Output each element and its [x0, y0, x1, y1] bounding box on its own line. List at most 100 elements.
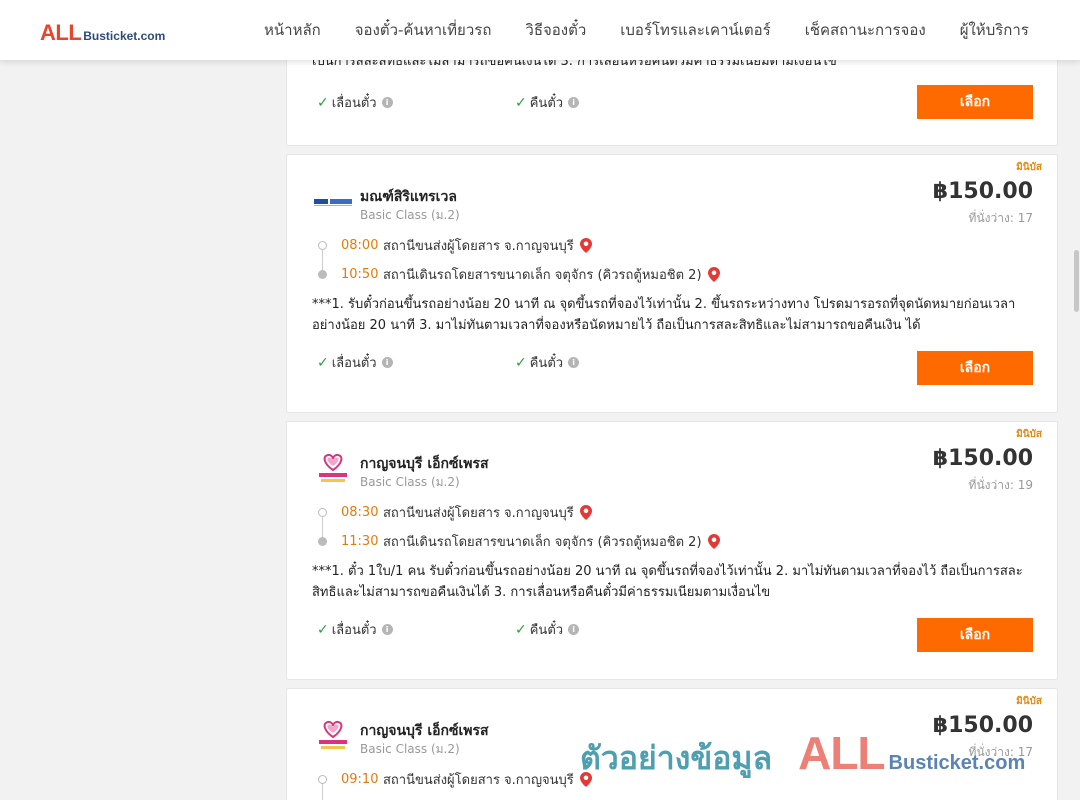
select-trip-button[interactable]: เลือก — [917, 85, 1033, 119]
operator-logo — [313, 452, 353, 486]
refund-ticket-label: คืนตั๋ว — [529, 96, 564, 111]
change-ticket-feature: ✓ เลื่อนตั๋ว i — [317, 619, 393, 640]
info-icon[interactable]: i — [381, 624, 393, 635]
map-pin-icon[interactable] — [707, 534, 720, 549]
change-ticket-label: เลื่อนตั๋ว — [331, 623, 377, 638]
refund-ticket-feature: ✓ คืนตั๋ว i — [515, 619, 580, 640]
arrival-time: 11:30 — [341, 534, 379, 549]
info-icon[interactable]: i — [568, 624, 580, 635]
departure-dot — [318, 241, 327, 250]
main-nav: หน้าหลัก จองตั๋ว-ค้นหาเที่ยวรถ วิธีจองตั… — [264, 0, 1029, 60]
map-pin-icon[interactable] — [579, 238, 592, 253]
info-icon[interactable]: i — [381, 357, 393, 368]
departure-time: 08:00 — [341, 238, 379, 253]
nav-book-search[interactable]: จองตั๋ว-ค้นหาเที่ยวรถ — [355, 18, 492, 42]
operator-name: มณฑ์สิริแทรเวล — [360, 189, 457, 205]
departure-time: 08:30 — [341, 505, 379, 520]
change-ticket-feature: ✓ เลื่อนตั๋ว i — [317, 92, 393, 113]
logo-busticket-text: Busticket.com — [83, 29, 166, 43]
check-icon: ✓ — [317, 621, 329, 638]
trip-card: มินิบัส กาญจนบุรี เอ็กซ์เพรส Basic Class… — [286, 688, 1058, 800]
trip-notes: ***1. รับตั๋วก่อนขึ้นรถอย่างน้อย 20 นาที… — [312, 297, 1016, 333]
site-logo[interactable]: ALL Busticket.com — [40, 20, 165, 46]
departure-station: สถานีขนส่งผู้โดยสาร จ.กาญจนบุรี — [383, 506, 574, 521]
operator-name: กาญจนบุรี เอ็กซ์เพรส — [360, 723, 489, 739]
site-header: ALL Busticket.com หน้าหลัก จองตั๋ว-ค้นหา… — [0, 0, 1080, 60]
trip-price: ฿150.00 — [932, 446, 1033, 471]
trip-price: ฿150.00 — [932, 179, 1033, 204]
arrival-station: สถานีเดินรถโดยสารขนาดเล็ก จตุจักร (คิวรถ… — [383, 268, 702, 283]
departure-dot — [318, 508, 327, 517]
arrival-station: สถานีเดินรถโดยสารขนาดเล็ก จตุจักร (คิวรถ… — [383, 535, 702, 550]
departure-station: สถานีขนส่งผู้โดยสาร จ.กาญจนบุรี — [383, 773, 574, 788]
arrival-stop: 11:30 สถานีเดินรถโดยสารขนาดเล็ก จตุจักร … — [341, 531, 720, 552]
refund-ticket-feature: ✓ คืนตั๋ว i — [515, 352, 580, 373]
bus-class: Basic Class (ม.2) — [360, 208, 460, 222]
check-icon: ✓ — [317, 354, 329, 371]
trip-notes: ***1. ตั๋ว 1ใบ/1 คน รับตั๋วก่อนขึ้นรถอย่… — [312, 564, 1023, 600]
operator-name: กาญจนบุรี เอ็กซ์เพรส — [360, 456, 489, 472]
info-icon[interactable]: i — [568, 357, 580, 368]
nav-phone-counters[interactable]: เบอร์โทรและเคาน์เตอร์ — [620, 18, 770, 42]
map-pin-icon[interactable] — [579, 772, 592, 787]
operator-logo — [313, 719, 353, 753]
minibus-badge: มินิบัส — [1016, 162, 1042, 173]
seats-count: 17 — [1017, 745, 1033, 759]
scrollbar-thumb[interactable] — [1074, 250, 1079, 312]
arrival-time: 10:50 — [341, 267, 379, 282]
monsiri-logo-icon — [313, 197, 353, 207]
seats-available: ที่นั่งว่าง: 19 — [969, 476, 1033, 495]
seats-available: ที่นั่งว่าง: 17 — [969, 209, 1033, 228]
check-icon: ✓ — [515, 94, 527, 111]
trip-card: มินิบัส มณฑ์สิริแทรเวล Basic Class (ม.2)… — [286, 154, 1058, 413]
departure-dot — [318, 775, 327, 784]
nav-how-to-book[interactable]: วิธีจองตั๋ว — [525, 18, 586, 42]
refund-ticket-feature: ✓ คืนตั๋ว i — [515, 92, 580, 113]
nav-booking-status[interactable]: เช็คสถานะการจอง — [805, 18, 926, 42]
minibus-badge: มินิบัส — [1016, 696, 1042, 707]
trip-route: 08:30 สถานีขนส่งผู้โดยสาร จ.กาญจนบุรี 11… — [313, 502, 833, 552]
check-icon: ✓ — [515, 621, 527, 638]
refund-ticket-label: คืนตั๋ว — [529, 623, 564, 638]
trip-route: 08:00 สถานีขนส่งผู้โดยสาร จ.กาญจนบุรี 10… — [313, 235, 833, 285]
arrival-stop: 10:50 สถานีเดินรถโดยสารขนาดเล็ก จตุจักร … — [341, 264, 720, 285]
change-ticket-feature: ✓ เลื่อนตั๋ว i — [317, 352, 393, 373]
operator-logo — [313, 185, 353, 219]
minibus-badge: มินิบัส — [1016, 429, 1042, 440]
trip-card: มินิบัส กาญจนบุรี เอ็กซ์เพรส Basic Class… — [286, 421, 1058, 680]
change-ticket-label: เลื่อนตั๋ว — [331, 96, 377, 111]
info-icon[interactable]: i — [381, 97, 393, 108]
nav-home[interactable]: หน้าหลัก — [264, 18, 321, 42]
select-trip-button[interactable]: เลือก — [917, 618, 1033, 652]
map-pin-icon[interactable] — [579, 505, 592, 520]
seats-prefix: ที่นั่งว่าง: — [968, 745, 1014, 759]
nav-operators[interactable]: ผู้ให้บริการ — [960, 18, 1029, 42]
map-pin-icon[interactable] — [707, 267, 720, 282]
seats-prefix: ที่นั่งว่าง: — [968, 211, 1014, 225]
trip-price: ฿150.00 — [932, 713, 1033, 738]
seats-count: 17 — [1017, 211, 1033, 225]
arrival-dot — [318, 537, 327, 546]
change-ticket-label: เลื่อนตั๋ว — [331, 356, 377, 371]
departure-stop: 09:10 สถานีขนส่งผู้โดยสาร จ.กาญจนบุรี — [341, 769, 592, 790]
bus-class: Basic Class (ม.2) — [360, 475, 460, 489]
seats-available: ที่นั่งว่าง: 17 — [969, 743, 1033, 762]
departure-stop: 08:00 สถานีขนส่งผู้โดยสาร จ.กาญจนบุรี — [341, 235, 592, 256]
check-icon: ✓ — [317, 94, 329, 111]
departure-time: 09:10 — [341, 772, 379, 787]
kanchanaburi-express-logo-icon — [319, 720, 347, 749]
select-trip-button[interactable]: เลือก — [917, 351, 1033, 385]
seats-prefix: ที่นั่งว่าง: — [968, 478, 1014, 492]
trip-route: 09:10 สถานีขนส่งผู้โดยสาร จ.กาญจนบุรี — [313, 769, 833, 800]
info-icon[interactable]: i — [568, 97, 580, 108]
departure-station: สถานีขนส่งผู้โดยสาร จ.กาญจนบุรี — [383, 239, 574, 254]
page-scrollbar[interactable] — [1072, 60, 1080, 800]
refund-ticket-label: คืนตั๋ว — [529, 356, 564, 371]
arrival-dot — [318, 270, 327, 279]
bus-class: Basic Class (ม.2) — [360, 742, 460, 756]
logo-all-text: ALL — [40, 20, 82, 45]
departure-stop: 08:30 สถานีขนส่งผู้โดยสาร จ.กาญจนบุรี — [341, 502, 592, 523]
seats-count: 19 — [1017, 478, 1033, 492]
kanchanaburi-express-logo-icon — [319, 453, 347, 482]
check-icon: ✓ — [515, 354, 527, 371]
